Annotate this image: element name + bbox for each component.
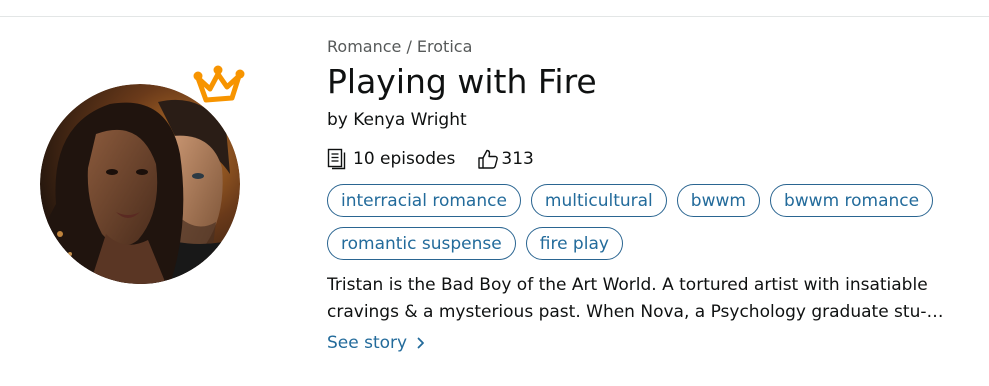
chevron-right-icon[interactable] xyxy=(417,337,425,349)
story-stats: 10 episodes 313 xyxy=(327,146,987,172)
top-divider xyxy=(0,16,989,17)
category-label[interactable]: Romance / Erotica xyxy=(327,34,987,60)
likes-count: 313 xyxy=(501,149,534,169)
likes-stat[interactable]: 313 xyxy=(477,148,534,170)
story-blurb: Tristan is the Bad Boy of the Art World.… xyxy=(327,275,944,322)
story-title[interactable]: Playing with Fire xyxy=(327,60,987,104)
tag-multicultural[interactable]: multicultural xyxy=(530,184,667,217)
episodes-icon xyxy=(327,148,346,170)
see-story-label[interactable]: See story xyxy=(327,333,407,353)
tag-list: interracial romance multicultural bwwm b… xyxy=(327,184,947,260)
tag-romantic-suspense[interactable]: romantic suspense xyxy=(327,227,516,260)
author-byline[interactable]: by Kenya Wright xyxy=(327,106,987,134)
crown-icon xyxy=(193,65,245,103)
tag-bwwm-romance[interactable]: bwwm romance xyxy=(769,184,934,217)
story-details: Romance / Erotica Playing with Fire by K… xyxy=(327,34,987,353)
see-story-link[interactable]: See story xyxy=(327,333,425,353)
episodes-stat: 10 episodes xyxy=(327,148,455,170)
cover-container xyxy=(40,65,245,284)
tag-fire-play[interactable]: fire play xyxy=(525,227,623,260)
cover-image[interactable] xyxy=(40,84,240,284)
tag-bwwm[interactable]: bwwm xyxy=(676,184,760,217)
thumbs-up-icon[interactable] xyxy=(477,148,499,170)
tag-interracial-romance[interactable]: interracial romance xyxy=(327,184,521,217)
episodes-count: 10 episodes xyxy=(353,149,456,169)
